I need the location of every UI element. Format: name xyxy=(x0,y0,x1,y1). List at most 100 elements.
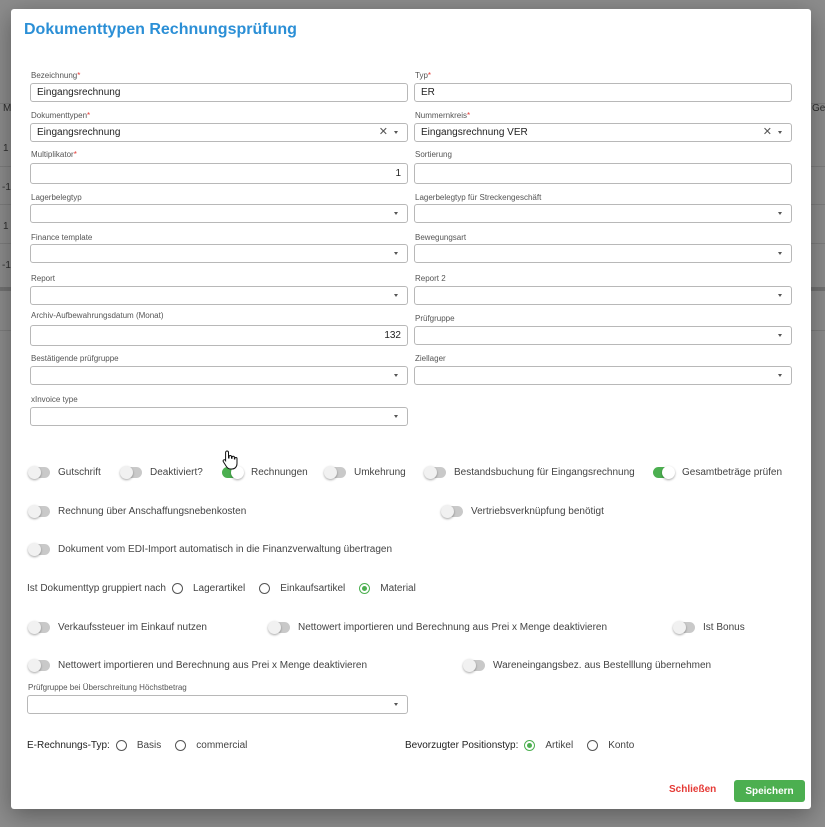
chevron-down-icon[interactable] xyxy=(394,252,398,255)
bestandsbuchung-toggle[interactable]: Bestandsbuchung für Eingangsrechnung xyxy=(424,466,635,479)
bezeichnung-input[interactable]: Eingangsrechnung xyxy=(30,83,408,102)
chevron-down-icon[interactable] xyxy=(394,415,398,418)
deaktiviert-toggle[interactable]: Deaktiviert? xyxy=(120,466,203,479)
lagerbelegtyp-strecke-label: Lagerbelegtyp für Streckengeschäft xyxy=(415,193,542,202)
radio-lagerartikel[interactable] xyxy=(171,583,183,594)
toggle-switch[interactable] xyxy=(28,466,50,479)
toggle-label: Deaktiviert? xyxy=(150,467,203,478)
nummernkreis-label: Nummernkreis* xyxy=(415,111,471,120)
toggle-label: Nettowert importieren und Berechnung aus… xyxy=(298,622,608,633)
lagerbelegtyp-strecke-select[interactable] xyxy=(414,204,792,223)
anschaffung-toggle[interactable]: Rechnung über Anschaffungsnebenkosten xyxy=(28,505,247,518)
nettowert2-toggle[interactable]: Nettowert importieren und Berechnung aus… xyxy=(28,659,368,672)
typ-input[interactable]: ER xyxy=(414,83,792,102)
toggle-switch[interactable] xyxy=(653,466,675,479)
radio-basis[interactable] xyxy=(115,740,127,751)
toggle-label: Gutschrift xyxy=(58,467,101,478)
radio-material[interactable] xyxy=(359,583,371,594)
xinvoice-select[interactable] xyxy=(30,407,408,426)
chevron-down-icon[interactable] xyxy=(778,374,782,377)
xinvoice-label: xInvoice type xyxy=(31,395,78,404)
chevron-down-icon[interactable] xyxy=(778,212,782,215)
toggle-label: Bestandsbuchung für Eingangsrechnung xyxy=(454,467,635,478)
lagerbelegtyp-select[interactable] xyxy=(30,204,408,223)
toggle-switch[interactable] xyxy=(28,505,50,518)
toggle-switch[interactable] xyxy=(673,621,695,634)
report-select[interactable] xyxy=(30,286,408,305)
toggle-switch[interactable] xyxy=(324,466,346,479)
radio-konto[interactable] xyxy=(587,740,599,751)
toggle-label: Dokument vom EDI-Import automatisch in d… xyxy=(58,544,393,555)
toggle-switch[interactable] xyxy=(424,466,446,479)
dokumenttypen-label: Dokumenttypen* xyxy=(31,111,91,120)
bestaetigende-select[interactable] xyxy=(30,366,408,385)
verkaufssteuer-toggle[interactable]: Verkaufssteuer im Einkauf nutzen xyxy=(28,621,207,634)
multiplikator-input[interactable]: 1 xyxy=(30,163,408,184)
chevron-down-icon[interactable] xyxy=(394,212,398,215)
radio-option-label: Material xyxy=(380,583,416,594)
report2-select[interactable] xyxy=(414,286,792,305)
bewegungsart-select[interactable] xyxy=(414,244,792,263)
gutschrift-toggle[interactable]: Gutschrift xyxy=(28,466,101,479)
radio-artikel[interactable] xyxy=(524,740,536,751)
radio-einkaufsartikel[interactable] xyxy=(259,583,271,594)
toggle-switch[interactable] xyxy=(28,621,50,634)
sortierung-label: Sortierung xyxy=(415,150,452,159)
radio-option-label: commercial xyxy=(196,740,248,751)
nettowert1-toggle[interactable]: Nettowert importieren und Berechnung aus… xyxy=(268,621,608,634)
chevron-down-icon[interactable] xyxy=(394,131,398,134)
sortierung-input[interactable] xyxy=(414,163,792,184)
positionstyp-radio-group: Bevorzugter Positionstyp: Artikel Konto xyxy=(405,740,648,751)
bezeichnung-label: Bezeichnung* xyxy=(31,71,81,80)
bestaetigende-label: Bestätigende prüfgruppe xyxy=(31,354,119,363)
chevron-down-icon[interactable] xyxy=(778,334,782,337)
ziellager-label: Ziellager xyxy=(415,354,446,363)
clear-icon[interactable]: ✕ xyxy=(763,127,772,138)
chevron-down-icon[interactable] xyxy=(394,294,398,297)
toggle-switch[interactable] xyxy=(28,543,50,556)
typ-label: Typ* xyxy=(415,71,432,80)
toggle-switch[interactable] xyxy=(268,621,290,634)
radio-group-label: Ist Dokumenttyp gruppiert nach xyxy=(27,583,166,594)
radio-option-label: Einkaufsartikel xyxy=(280,583,346,594)
gesamtbetraege-toggle[interactable]: Gesamtbeträge prüfen xyxy=(653,466,783,479)
nummernkreis-select[interactable]: Eingangsrechnung VER ✕ xyxy=(414,123,792,142)
save-button[interactable]: Speichern xyxy=(734,780,805,802)
bonus-toggle[interactable]: Ist Bonus xyxy=(673,621,745,634)
pruefgruppe-select[interactable] xyxy=(414,326,792,345)
finance-template-select[interactable] xyxy=(30,244,408,263)
dialog-title: Dokumenttypen Rechnungsprüfung xyxy=(24,21,297,38)
hand-cursor-icon xyxy=(222,450,238,470)
radio-commercial[interactable] xyxy=(175,740,187,751)
document-type-dialog: Dokumenttypen Rechnungsprüfung Bezeichnu… xyxy=(11,9,811,809)
chevron-down-icon[interactable] xyxy=(778,131,782,134)
clear-icon[interactable]: ✕ xyxy=(379,127,388,138)
toggle-label: Gesamtbeträge prüfen xyxy=(682,467,783,478)
dokumenttypen-select[interactable]: Eingangsrechnung ✕ xyxy=(30,123,408,142)
toggle-label: Nettowert importieren und Berechnung aus… xyxy=(58,660,368,671)
toggle-label: Verkaufssteuer im Einkauf nutzen xyxy=(58,622,207,633)
archiv-input[interactable]: 132 xyxy=(30,325,408,346)
vertrieb-toggle[interactable]: Vertriebsverknüpfung benötigt xyxy=(441,505,604,518)
erechnung-radio-group: E-Rechnungs-Typ: Basis commercial xyxy=(27,740,261,751)
archiv-label: Archiv-Aufbewahrungsdatum (Monat) xyxy=(31,311,164,320)
chevron-down-icon[interactable] xyxy=(778,294,782,297)
pruefgruppe-hoechst-select[interactable] xyxy=(27,695,408,714)
ziellager-select[interactable] xyxy=(414,366,792,385)
toggle-switch[interactable] xyxy=(463,659,485,672)
edi-toggle[interactable]: Dokument vom EDI-Import automatisch in d… xyxy=(28,543,393,556)
toggle-switch[interactable] xyxy=(28,659,50,672)
bewegungsart-label: Bewegungsart xyxy=(415,233,467,242)
toggle-label: Rechnung über Anschaffungsnebenkosten xyxy=(58,506,247,517)
radio-option-label: Konto xyxy=(608,740,635,751)
radio-group-label: E-Rechnungs-Typ: xyxy=(27,740,110,751)
chevron-down-icon[interactable] xyxy=(394,374,398,377)
toggle-switch[interactable] xyxy=(441,505,463,518)
close-button[interactable]: Schließen xyxy=(669,784,716,795)
chevron-down-icon[interactable] xyxy=(778,252,782,255)
wareneingang-toggle[interactable]: Wareneingangsbez. aus Bestelllung überne… xyxy=(463,659,711,672)
report-label: Report xyxy=(31,274,56,283)
umkehrung-toggle[interactable]: Umkehrung xyxy=(324,466,406,479)
toggle-switch[interactable] xyxy=(120,466,142,479)
chevron-down-icon[interactable] xyxy=(394,703,398,706)
